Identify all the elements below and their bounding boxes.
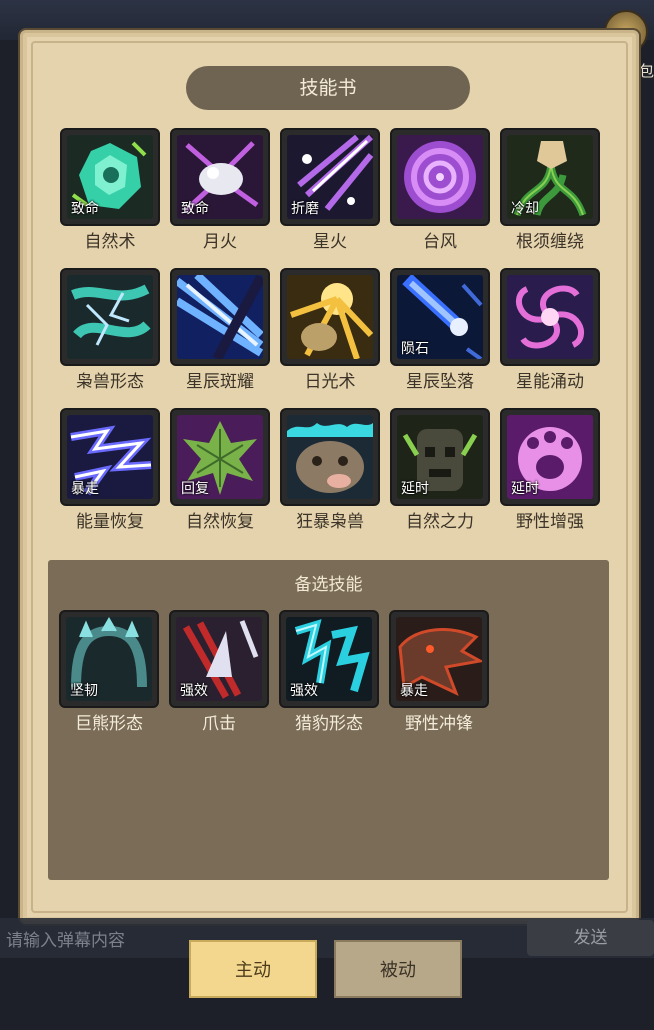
skill-tag: 致命 — [181, 201, 209, 217]
skill-slot[interactable]: 暴走野性冲锋 — [389, 610, 489, 734]
skill-slot[interactable]: 狂暴枭兽 — [280, 408, 380, 532]
skill-slot[interactable]: 暴走能量恢复 — [60, 408, 160, 532]
skill-slot[interactable]: 台风 — [390, 128, 490, 252]
skill-slot[interactable]: 强效爪击 — [169, 610, 269, 734]
skill-slot[interactable]: 延时野性增强 — [500, 408, 600, 532]
skill-slot[interactable]: 枭兽形态 — [60, 268, 160, 392]
skill-icon-frame[interactable] — [280, 408, 380, 506]
skill-slot[interactable]: 冷却根须缠绕 — [500, 128, 600, 252]
skill-icon-frame[interactable]: 强效 — [279, 610, 379, 708]
skill-name: 台风 — [423, 232, 457, 252]
skill-name: 星能涌动 — [516, 372, 584, 392]
skill-icon-frame[interactable] — [60, 268, 160, 366]
skill-slot[interactable]: 延时自然之力 — [390, 408, 490, 532]
skill-tag: 折磨 — [291, 201, 319, 217]
tab-active-skills[interactable]: 主动 — [189, 940, 317, 998]
skill-tag: 陨石 — [401, 341, 429, 357]
skill-icon-frame[interactable]: 强效 — [169, 610, 269, 708]
skill-slot[interactable]: 致命月火 — [170, 128, 270, 252]
skill-icon-frame[interactable]: 致命 — [170, 128, 270, 226]
skill-icon-frame[interactable]: 延时 — [500, 408, 600, 506]
skill-name: 星辰斑耀 — [186, 372, 254, 392]
skill-icon-frame[interactable] — [170, 268, 270, 366]
skill-icon-frame[interactable] — [500, 268, 600, 366]
skill-slot[interactable]: 日光术 — [280, 268, 380, 392]
skill-name: 日光术 — [304, 372, 356, 392]
skill-icon-frame[interactable]: 致命 — [60, 128, 160, 226]
skill-icon-frame[interactable] — [280, 268, 380, 366]
skill-icon-frame[interactable]: 暴走 — [389, 610, 489, 708]
skill-book-panel: 技能书 致命 自然术 致命 月火 折磨 星火 台风 冷却 根须缠绕 枭兽形态 星辰斑耀 日光术 陨石 星辰… — [20, 30, 639, 924]
skill-name: 根须缠绕 — [516, 232, 584, 252]
skill-name: 爪击 — [202, 714, 236, 734]
sunlight-icon — [287, 275, 373, 359]
skill-tag: 冷却 — [511, 201, 539, 217]
skill-name: 自然术 — [84, 232, 136, 252]
skill-name: 野性冲锋 — [405, 714, 473, 734]
skill-slot[interactable]: 致命自然术 — [60, 128, 160, 252]
starlight-icon — [177, 275, 263, 359]
skill-tag: 回复 — [181, 481, 209, 497]
skill-slot[interactable]: 坚韧巨熊形态 — [59, 610, 159, 734]
skill-name: 狂暴枭兽 — [296, 512, 364, 532]
skill-icon-frame[interactable]: 延时 — [390, 408, 490, 506]
skill-slot[interactable]: 强效猎豹形态 — [279, 610, 379, 734]
skill-icon-frame[interactable]: 冷却 — [500, 128, 600, 226]
moonkin-icon — [67, 275, 153, 359]
skill-tag: 坚韧 — [70, 683, 98, 699]
skill-name: 星火 — [313, 232, 347, 252]
skill-slot[interactable]: 回复自然恢复 — [170, 408, 270, 532]
skill-icon-frame[interactable]: 折磨 — [280, 128, 380, 226]
skill-slot[interactable]: 陨石星辰坠落 — [390, 268, 490, 392]
skill-icon-frame[interactable]: 暴走 — [60, 408, 160, 506]
skill-icon-frame[interactable] — [390, 128, 490, 226]
skill-name: 自然之力 — [406, 512, 474, 532]
skill-name: 星辰坠落 — [406, 372, 474, 392]
skill-name: 自然恢复 — [186, 512, 254, 532]
danmaku-input[interactable]: 请输入弹幕内容 — [6, 926, 125, 951]
send-button[interactable]: 发送 — [527, 920, 654, 956]
skill-name: 巨熊形态 — [75, 714, 143, 734]
skill-icon-frame[interactable]: 回复 — [170, 408, 270, 506]
skill-tag: 延时 — [511, 481, 539, 497]
tab-passive-skills[interactable]: 被动 — [334, 940, 462, 998]
alternate-skills-box: 备选技能 坚韧 巨熊形态 强效 爪击 强效 猎豹形态 暴走 野性冲锋 — [48, 560, 609, 880]
astral-surge-icon — [507, 275, 593, 359]
skill-icon-frame[interactable]: 坚韧 — [59, 610, 159, 708]
skill-name: 猎豹形态 — [295, 714, 363, 734]
skill-name: 枭兽形态 — [76, 372, 144, 392]
bag-label: 包 — [638, 62, 654, 80]
skill-icon-frame[interactable]: 陨石 — [390, 268, 490, 366]
skill-name: 月火 — [203, 232, 237, 252]
alternate-skills-title: 备选技能 — [294, 575, 363, 595]
skill-name: 野性增强 — [516, 512, 584, 532]
panel-title: 技能书 — [186, 66, 470, 110]
skill-tag: 暴走 — [71, 481, 99, 497]
typhoon-icon — [397, 135, 483, 219]
skill-tag: 延时 — [401, 481, 429, 497]
skill-tag: 强效 — [290, 683, 318, 699]
berserk-owl-icon — [287, 415, 373, 499]
skill-tag: 暴走 — [400, 683, 428, 699]
skill-tag: 致命 — [71, 201, 99, 217]
skill-tag: 强效 — [180, 683, 208, 699]
skill-slot[interactable]: 星能涌动 — [500, 268, 600, 392]
skill-name: 能量恢复 — [76, 512, 144, 532]
skill-slot[interactable]: 星辰斑耀 — [170, 268, 270, 392]
skill-slot[interactable]: 折磨星火 — [280, 128, 380, 252]
